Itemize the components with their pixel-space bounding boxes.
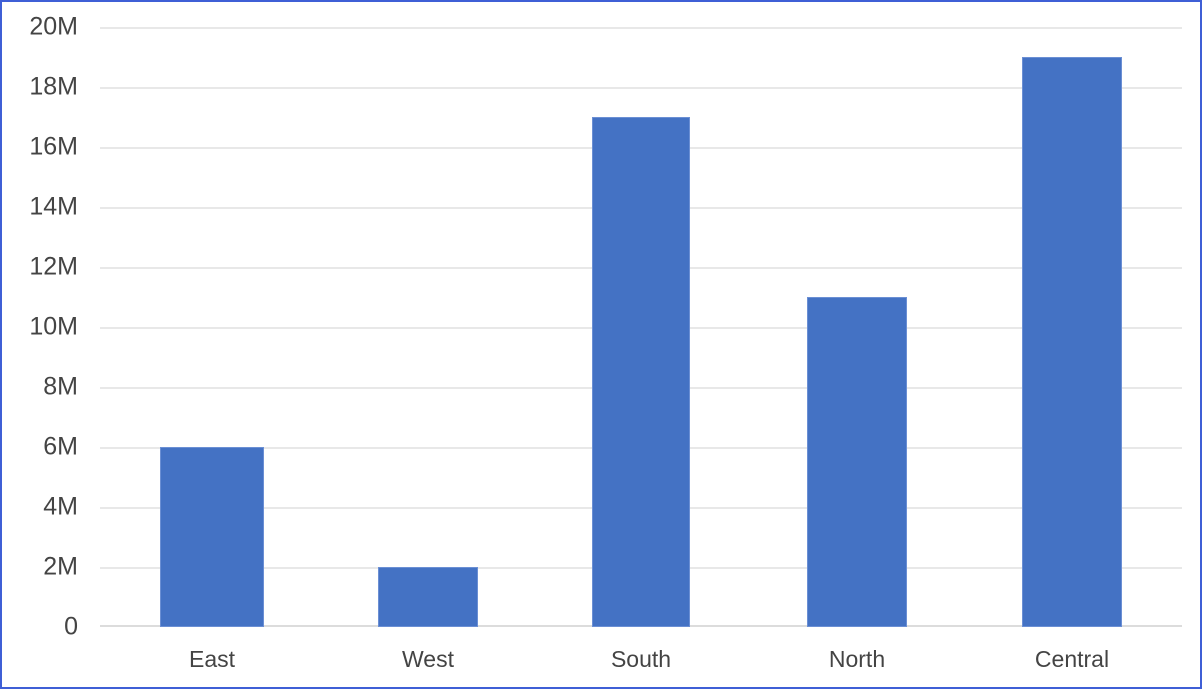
y-tick-label: 2M (43, 552, 78, 581)
y-tick-label: 20M (29, 12, 78, 41)
x-tick-label-west: West (402, 646, 454, 672)
y-tick-label: 14M (29, 192, 78, 221)
bar-central[interactable] (1022, 57, 1122, 627)
x-tick-label-north: North (828, 646, 886, 672)
y-tick-label: 16M (29, 132, 78, 161)
y-tick-label: 4M (43, 492, 78, 521)
bar-west[interactable] (378, 567, 478, 627)
y-tick-label: 8M (43, 372, 78, 401)
y-tick-label: 12M (29, 252, 78, 281)
y-tick-label: 10M (29, 312, 78, 341)
y-tick-label: 6M (43, 432, 78, 461)
gridline (100, 87, 1182, 89)
x-tick-label-central: Central (1034, 646, 1110, 672)
bar-east[interactable] (160, 447, 264, 627)
bar-chart: 20M 18M 16M 14M 12M 10M 8M 6M 4M 2M 0 Ea… (0, 0, 1202, 689)
bar-north[interactable] (807, 297, 907, 627)
plot-area (100, 27, 1182, 627)
x-tick-label-south: South (610, 646, 672, 672)
y-tick-label: 18M (29, 72, 78, 101)
x-tick-label-east: East (188, 646, 236, 672)
gridline (100, 27, 1182, 29)
y-tick-label: 0 (64, 612, 78, 641)
bar-south[interactable] (592, 117, 690, 627)
